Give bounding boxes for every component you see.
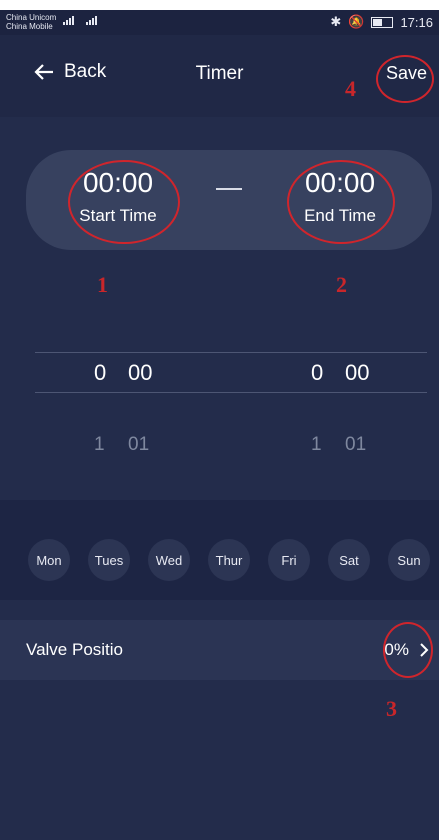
day-wed-button[interactable]: Wed xyxy=(148,539,190,581)
start-minute[interactable]: 00 xyxy=(128,360,152,386)
annotation-number-2: 2 xyxy=(336,272,347,297)
end-hour-next[interactable]: 1 xyxy=(311,434,322,456)
carrier-1: China Unicom xyxy=(6,13,57,22)
end-hour[interactable]: 0 xyxy=(311,360,323,386)
valve-position-row[interactable]: Valve Positio 0% xyxy=(0,620,439,680)
page-title: Timer xyxy=(195,63,244,84)
carrier-2: China Mobile xyxy=(6,22,53,31)
annotation-number-1: 1 xyxy=(97,272,108,297)
annotation-circle-valve xyxy=(383,622,433,678)
clock: 17:16 xyxy=(400,14,433,30)
start-hour[interactable]: 0 xyxy=(94,360,106,386)
picker-line-top xyxy=(35,352,427,353)
picker-line-bottom xyxy=(35,392,427,393)
annotation-circle-save xyxy=(376,55,434,103)
day-sun-button[interactable]: Sun xyxy=(388,539,430,581)
signal-2-icon xyxy=(86,16,97,25)
end-minute-next[interactable]: 01 xyxy=(345,434,366,456)
signal-1-icon xyxy=(63,16,74,25)
status-right: ✱ 🔕 17:16 xyxy=(330,14,433,30)
day-thur-button[interactable]: Thur xyxy=(208,539,250,581)
range-separator xyxy=(216,188,242,190)
day-fri-button[interactable]: Fri xyxy=(268,539,310,581)
valve-position-label: Valve Positio xyxy=(26,640,124,659)
time-picker[interactable]: 0 00 0 00 1 01 1 01 xyxy=(0,330,439,500)
annotation-circle-end xyxy=(287,160,395,244)
app-header: Back Timer Save xyxy=(0,35,439,117)
battery-icon xyxy=(371,16,394,28)
start-minute-next[interactable]: 01 xyxy=(128,434,149,456)
end-minute[interactable]: 00 xyxy=(345,360,369,386)
annotation-circle-start xyxy=(68,160,180,244)
annotation-number-3: 3 xyxy=(386,696,397,721)
carrier-info: China Unicom China Mobile xyxy=(6,13,56,31)
weekday-selector: Mon Tues Wed Thur Fri Sat Sun xyxy=(0,500,439,600)
day-sat-button[interactable]: Sat xyxy=(328,539,370,581)
day-mon-button[interactable]: Mon xyxy=(28,539,70,581)
annotation-number-4: 4 xyxy=(345,76,356,101)
mute-icon: 🔕 xyxy=(348,14,365,29)
status-bar: China Unicom China Mobile ✱ 🔕 17:16 xyxy=(0,10,439,35)
bluetooth-icon: ✱ xyxy=(330,14,342,29)
start-hour-next[interactable]: 1 xyxy=(94,434,105,456)
timer-screen: China Unicom China Mobile ✱ 🔕 17:16 Back… xyxy=(0,10,439,840)
day-tues-button[interactable]: Tues xyxy=(88,539,130,581)
